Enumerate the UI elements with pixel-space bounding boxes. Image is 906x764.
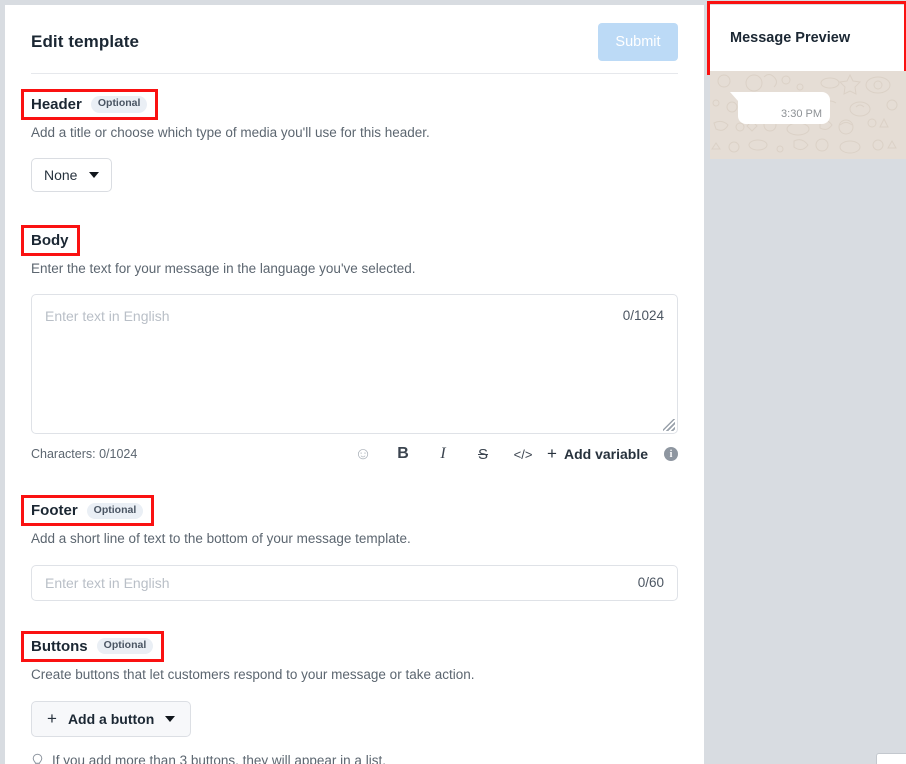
- page-title: Edit template: [31, 32, 140, 51]
- body-format-tools: ☺ B I S </> + Add variable i: [343, 442, 678, 466]
- submit-button[interactable]: Submit: [598, 23, 678, 61]
- footer-input-placeholder: Enter text in English: [45, 574, 170, 591]
- footer-input[interactable]: Enter text in English 0/60: [31, 564, 678, 601]
- message-preview-title: Message Preview: [710, 5, 906, 71]
- section-footer: Footer Optional Add a short line of text…: [21, 495, 678, 601]
- bottom-right-partial-control[interactable]: [876, 753, 906, 764]
- buttons-optional-badge: Optional: [96, 637, 154, 655]
- strikethrough-icon[interactable]: S: [463, 442, 503, 466]
- app-root: Edit template Submit Header Optional Add…: [0, 0, 906, 764]
- header-section-label: Header: [31, 96, 82, 113]
- buttons-hint: If you add more than 3 buttons, they wil…: [31, 753, 678, 764]
- plus-icon: +: [547, 444, 557, 464]
- body-label-row: Body: [21, 225, 80, 257]
- chat-message-bubble: 3:30 PM: [730, 92, 830, 124]
- buttons-section-label: Buttons: [31, 637, 88, 655]
- add-variable-label: Add variable: [563, 446, 648, 463]
- header-label-row: Header Optional: [21, 89, 159, 120]
- editor-header: Edit template Submit: [31, 5, 678, 73]
- plus-icon: +: [47, 708, 57, 728]
- header-helper-text: Add a title or choose which type of medi…: [31, 125, 430, 140]
- info-icon[interactable]: i: [664, 447, 678, 462]
- lightbulb-icon: [32, 753, 43, 764]
- buttons-label-row: Buttons Optional: [21, 630, 165, 662]
- message-preview-panel: Message Preview 3:30 PM: [707, 1, 906, 159]
- body-textarea-placeholder: Enter text in English: [45, 308, 170, 325]
- section-header: Header Optional Add a title or choose wh…: [21, 89, 678, 193]
- body-helper-text: Enter the text for your message in the l…: [31, 261, 416, 277]
- section-buttons: Buttons Optional Create buttons that let…: [21, 630, 678, 764]
- header-divider: [31, 73, 678, 74]
- header-type-select[interactable]: None: [31, 158, 113, 193]
- body-characters-label: Characters: 0/1024: [31, 447, 138, 462]
- body-character-counter: 0/1024: [622, 308, 664, 324]
- footer-character-counter: 0/60: [637, 574, 664, 590]
- editor-content: Edit template Submit Header Optional Add…: [5, 5, 704, 764]
- chat-preview-area: 3:30 PM: [710, 71, 906, 159]
- emoji-icon[interactable]: ☺: [343, 442, 383, 466]
- code-icon[interactable]: </>: [503, 442, 543, 466]
- footer-helper-text: Add a short line of text to the bottom o…: [31, 531, 411, 547]
- body-toolbar: Characters: 0/1024 ☺ B I S </> + Add var…: [31, 442, 678, 466]
- italic-icon[interactable]: I: [423, 442, 463, 466]
- bold-icon[interactable]: B: [383, 442, 423, 466]
- footer-section-label: Footer: [31, 502, 78, 520]
- buttons-hint-text: If you add more than 3 buttons, they wil…: [52, 753, 386, 764]
- add-variable-button[interactable]: + Add variable: [543, 444, 648, 464]
- resize-handle-icon[interactable]: [663, 419, 675, 432]
- footer-label-row: Footer Optional: [21, 495, 155, 527]
- body-section-label: Body: [31, 232, 69, 250]
- buttons-helper-text: Create buttons that let customers respon…: [31, 666, 475, 682]
- edit-template-panel: Edit template Submit Header Optional Add…: [5, 5, 704, 764]
- chevron-down-icon: [89, 172, 100, 179]
- chevron-down-icon: [165, 715, 176, 722]
- add-a-button-button[interactable]: + Add a button: [31, 700, 192, 737]
- add-a-button-label: Add a button: [67, 710, 155, 727]
- message-timestamp: 3:30 PM: [781, 108, 822, 120]
- header-type-select-value: None: [44, 167, 78, 184]
- body-textarea[interactable]: Enter text in English 0/1024: [31, 294, 678, 435]
- section-body: Body Enter the text for your message in …: [21, 225, 678, 466]
- header-optional-badge: Optional: [90, 96, 148, 113]
- footer-optional-badge: Optional: [86, 502, 144, 520]
